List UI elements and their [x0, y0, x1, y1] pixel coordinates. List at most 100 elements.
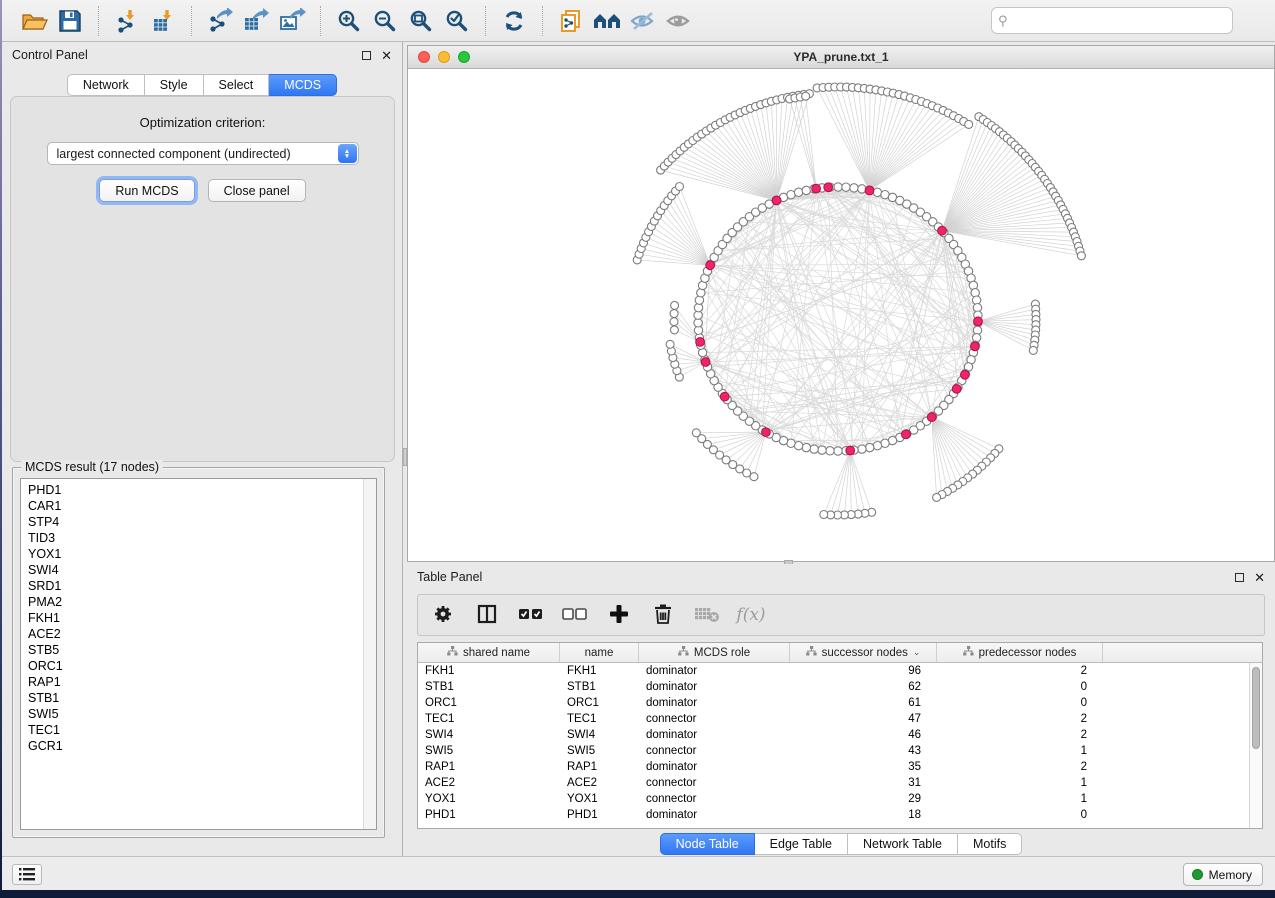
network-canvas[interactable] — [408, 69, 1274, 561]
table-row[interactable]: SWI4SWI4dominator462 — [418, 727, 1249, 743]
column-header-name[interactable]: name — [560, 643, 639, 662]
open-file-button[interactable] — [16, 5, 52, 37]
table-cell: dominator — [639, 663, 790, 679]
tab-network-table[interactable]: Network Table — [848, 833, 958, 855]
table-row[interactable]: ACE2ACE2connector311 — [418, 775, 1249, 791]
task-history-button[interactable] — [12, 864, 42, 885]
window-close-icon[interactable] — [418, 51, 430, 63]
table-scrollbar-thumb[interactable] — [1252, 667, 1260, 749]
table-row[interactable]: RAP1RAP1dominator352 — [418, 759, 1249, 775]
float-panel-icon[interactable] — [1235, 573, 1244, 582]
list-item[interactable]: STB1 — [28, 690, 363, 706]
window-minimize-icon[interactable] — [438, 51, 450, 63]
list-item[interactable]: SRD1 — [28, 578, 363, 594]
table-cell: 46 — [790, 727, 937, 743]
attribute-type-icon — [447, 646, 458, 659]
table-cell: TEC1 — [418, 711, 560, 727]
table-row[interactable]: PHD1PHD1dominator180 — [418, 807, 1249, 823]
zoom-selected-button[interactable] — [439, 5, 475, 37]
import-network-button[interactable] — [109, 5, 145, 37]
list-scrollbar[interactable] — [363, 479, 376, 829]
tab-style[interactable]: Style — [145, 74, 204, 96]
list-item[interactable]: PMA2 — [28, 594, 363, 610]
zoom-fit-button[interactable] — [403, 5, 439, 37]
clone-network-button[interactable] — [553, 5, 589, 37]
table-cell: ACE2 — [560, 775, 639, 791]
refresh-view-button[interactable] — [496, 5, 532, 37]
run-mcds-button[interactable]: Run MCDS — [99, 179, 194, 202]
search-input[interactable] — [991, 7, 1233, 34]
close-panel-button[interactable]: Close panel — [208, 179, 306, 202]
import-table-button[interactable] — [145, 5, 181, 37]
column-header-successor-nodes[interactable]: successor nodes⌄ — [790, 643, 937, 662]
list-item[interactable]: SWI4 — [28, 562, 363, 578]
tab-edge-table[interactable]: Edge Table — [755, 833, 848, 855]
table-cell: 2 — [937, 759, 1103, 775]
hide-selected-button[interactable] — [625, 5, 661, 37]
gear-button[interactable] — [430, 602, 456, 628]
list-item[interactable]: ORC1 — [28, 658, 363, 674]
deselect-all-button[interactable] — [562, 602, 588, 628]
list-item[interactable]: SWI5 — [28, 706, 363, 722]
list-item[interactable]: CAR1 — [28, 498, 363, 514]
tab-network[interactable]: Network — [67, 74, 145, 96]
table-cell: PHD1 — [560, 807, 639, 823]
table-row[interactable]: YOX1YOX1connector291 — [418, 791, 1249, 807]
function-builder-button[interactable]: f(x) — [738, 602, 764, 628]
table-cell: dominator — [639, 727, 790, 743]
table-panel: Table Panel ✕ f(x) shared namenameMCDS r… — [407, 564, 1275, 856]
optimization-criterion-select[interactable]: largest connected component (undirected)… — [47, 142, 359, 165]
list-item[interactable]: TEC1 — [28, 722, 363, 738]
export-image-icon — [278, 8, 306, 34]
table-cell: 61 — [790, 695, 937, 711]
export-table-button[interactable] — [238, 5, 274, 37]
network-window-titlebar[interactable]: YPA_prune.txt_1 — [408, 46, 1274, 69]
list-item[interactable]: RAP1 — [28, 674, 363, 690]
column-header-MCDS-role[interactable]: MCDS role — [639, 643, 790, 662]
clone-network-icon — [558, 8, 584, 34]
toolbar-divider — [320, 6, 321, 36]
save-session-button[interactable] — [52, 5, 88, 37]
list-item[interactable]: GCR1 — [28, 738, 363, 754]
tab-motifs[interactable]: Motifs — [958, 833, 1022, 855]
table-row[interactable]: TEC1TEC1connector472 — [418, 711, 1249, 727]
table-cell: SWI4 — [560, 727, 639, 743]
list-item[interactable]: ACE2 — [28, 626, 363, 642]
export-network-button[interactable] — [202, 5, 238, 37]
close-panel-icon[interactable]: ✕ — [381, 51, 392, 60]
mcds-result-list[interactable]: PHD1CAR1STP4TID3YOX1SWI4SRD1PMA2FKH1ACE2… — [20, 478, 377, 830]
tab-node-table[interactable]: Node Table — [660, 833, 755, 855]
list-item[interactable]: TID3 — [28, 530, 363, 546]
show-all-button[interactable] — [661, 5, 697, 37]
zoom-out-button[interactable] — [367, 5, 403, 37]
table-row[interactable]: STB1STB1dominator620 — [418, 679, 1249, 695]
split-panel-button[interactable] — [474, 602, 500, 628]
float-panel-icon[interactable] — [362, 51, 371, 60]
attribute-type-icon — [963, 646, 974, 659]
memory-button[interactable]: Memory — [1183, 863, 1263, 886]
export-image-button[interactable] — [274, 5, 310, 37]
tab-mcds[interactable]: MCDS — [269, 74, 337, 96]
zoom-in-button[interactable] — [331, 5, 367, 37]
table-scrollbar[interactable] — [1249, 663, 1262, 828]
delete-column-button[interactable] — [650, 602, 676, 628]
list-item[interactable]: PHD1 — [28, 482, 363, 498]
add-column-button[interactable] — [606, 602, 632, 628]
first-neighbors-button[interactable] — [589, 5, 625, 37]
delete-table-button[interactable] — [694, 602, 720, 628]
column-header-predecessor-nodes[interactable]: predecessor nodes — [937, 643, 1103, 662]
select-all-button[interactable] — [518, 602, 544, 628]
close-panel-icon[interactable]: ✕ — [1254, 573, 1265, 582]
list-item[interactable]: YOX1 — [28, 546, 363, 562]
list-item[interactable]: STP4 — [28, 514, 363, 530]
list-item[interactable]: STB5 — [28, 642, 363, 658]
tab-select[interactable]: Select — [204, 74, 270, 96]
table-cell: connector — [639, 791, 790, 807]
table-row[interactable]: ORC1ORC1dominator610 — [418, 695, 1249, 711]
table-row[interactable]: SWI5SWI5connector431 — [418, 743, 1249, 759]
column-header-shared-name[interactable]: shared name — [418, 643, 560, 662]
table-row[interactable]: FKH1FKH1dominator962 — [418, 663, 1249, 679]
table-cell: TEC1 — [560, 711, 639, 727]
list-item[interactable]: FKH1 — [28, 610, 363, 626]
window-maximize-icon[interactable] — [458, 51, 470, 63]
